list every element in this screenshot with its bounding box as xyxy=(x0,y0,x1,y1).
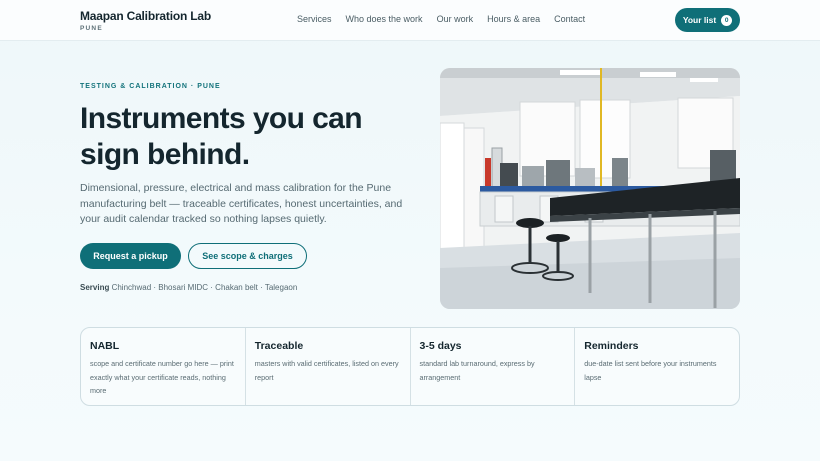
brand-name: Maapan Calibration Lab xyxy=(80,9,211,23)
feature-turnaround: 3-5 days standard lab turnaround, expres… xyxy=(411,328,576,405)
site-header: Maapan Calibration Lab PUNE Services Who… xyxy=(0,0,820,41)
your-list-label: Your list xyxy=(682,15,717,25)
feature-text: standard lab turnaround, express by arra… xyxy=(419,359,535,382)
feature-traceable: Traceable masters with valid certificate… xyxy=(246,328,411,405)
see-scope-button[interactable]: See scope & charges xyxy=(188,243,307,269)
feature-strip: NABL scope and certificate number go her… xyxy=(80,327,740,406)
serving-label: Serving xyxy=(80,283,110,292)
request-pickup-button[interactable]: Request a pickup xyxy=(80,243,181,269)
hero-description: Dimensional, pressure, electrical and ma… xyxy=(80,182,403,225)
serving-areas: Chinchwad · Bhosari MIDC · Chakan belt ·… xyxy=(111,283,298,292)
page-title: Instruments you can sign behind. xyxy=(80,102,363,171)
nav-hours-area[interactable]: Hours & area xyxy=(487,14,540,24)
list-count-badge: 0 xyxy=(721,14,733,26)
eyebrow: TESTING & CALIBRATION · PUNE xyxy=(80,83,221,90)
feature-text: masters with valid certificates, listed … xyxy=(254,359,399,382)
feature-text: scope and certificate number go here — p… xyxy=(90,359,234,395)
service-areas: Serving Chinchwad · Bhosari MIDC · Chaka… xyxy=(80,283,297,292)
feature-title: Reminders xyxy=(584,340,639,352)
nav-our-work[interactable]: Our work xyxy=(437,14,474,24)
nav-services[interactable]: Services xyxy=(297,14,332,24)
nav-contact[interactable]: Contact xyxy=(554,14,585,24)
feature-reminders: Reminders due-date list sent before your… xyxy=(575,328,739,405)
feature-title: NABL xyxy=(90,340,120,352)
feature-title: 3-5 days xyxy=(419,340,462,352)
feature-title: Traceable xyxy=(254,340,304,352)
laboratory-photo xyxy=(440,68,740,309)
main-nav: Services Who does the work Our work Hour… xyxy=(297,14,599,24)
feature-text: due-date list sent before your instrumen… xyxy=(584,359,717,382)
laboratory-illustration xyxy=(440,68,740,309)
brand[interactable]: Maapan Calibration Lab PUNE xyxy=(80,9,211,32)
feature-nabl: NABL scope and certificate number go her… xyxy=(81,328,246,405)
your-list-button[interactable]: Your list 0 xyxy=(675,8,740,32)
nav-who-does-the-work[interactable]: Who does the work xyxy=(346,14,423,24)
brand-location: PUNE xyxy=(80,25,103,32)
